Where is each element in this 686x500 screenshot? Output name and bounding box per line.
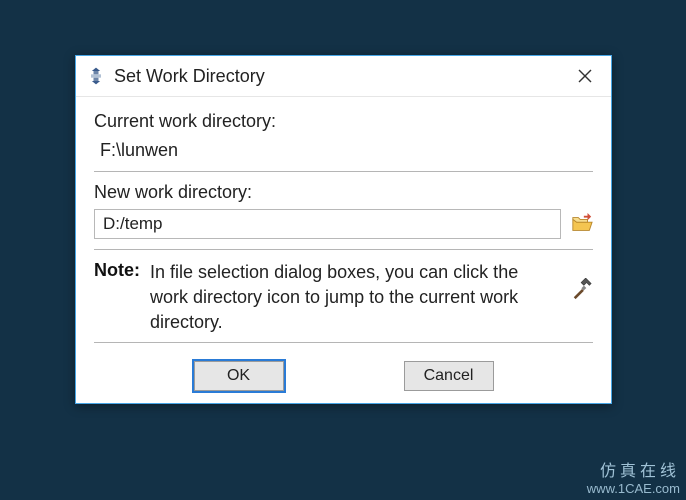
close-icon	[578, 69, 592, 83]
note-text: In file selection dialog boxes, you can …	[150, 260, 561, 336]
watermark-line1: 仿真在线	[587, 457, 680, 481]
cancel-button[interactable]: Cancel	[404, 361, 494, 391]
ok-button[interactable]: OK	[194, 361, 284, 391]
browse-button[interactable]	[571, 213, 593, 235]
page-watermark: 仿真在线 www.1CAE.com	[587, 457, 680, 496]
current-directory-label: Current work directory:	[94, 111, 593, 132]
folder-open-icon	[571, 213, 593, 235]
note-label: Note:	[94, 260, 140, 281]
note-row: Note: In file selection dialog boxes, yo…	[94, 260, 593, 336]
divider	[94, 171, 593, 172]
dialog-body: Current work directory: F:\lunwen New wo…	[76, 97, 611, 403]
close-button[interactable]	[565, 61, 605, 91]
titlebar: Set Work Directory	[76, 56, 611, 97]
new-directory-row	[94, 209, 593, 239]
button-row: OK Cancel	[94, 353, 593, 393]
work-directory-icon	[571, 278, 593, 300]
divider-3	[94, 342, 593, 343]
set-work-directory-dialog: Set Work Directory Current work director…	[75, 55, 612, 404]
current-directory-value: F:\lunwen	[100, 140, 593, 161]
hammer-icon	[571, 278, 593, 300]
new-directory-input[interactable]	[94, 209, 561, 239]
watermark-line2: www.1CAE.com	[587, 481, 680, 496]
divider-2	[94, 249, 593, 250]
new-directory-label: New work directory:	[94, 182, 593, 203]
app-icon	[86, 66, 106, 86]
dialog-title: Set Work Directory	[114, 66, 565, 87]
